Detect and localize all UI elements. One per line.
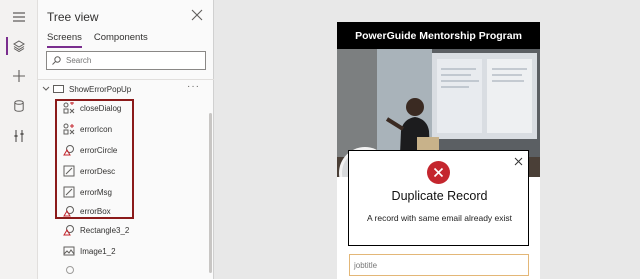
close-icon[interactable]: [514, 153, 524, 166]
tree-item-rectangle3-2[interactable]: Rectangle3_2: [63, 221, 193, 239]
image-icon: [63, 245, 75, 257]
screen-node[interactable]: ShowErrorPopUp ···: [38, 81, 214, 97]
close-icon[interactable]: [191, 8, 205, 22]
jobtitle-input[interactable]: jobtitle: [349, 254, 529, 276]
tab-screens[interactable]: Screens: [47, 32, 82, 48]
tab-components[interactable]: Components: [94, 32, 148, 48]
tree-tabs: Screens Components: [47, 32, 148, 48]
more-options-icon[interactable]: ···: [187, 81, 200, 92]
tools-icon[interactable]: [0, 121, 38, 151]
shape-icon: [63, 224, 75, 236]
tree-view-title: Tree view: [47, 10, 99, 24]
error-popup: Duplicate Record A record with same emai…: [348, 150, 529, 246]
left-rail: [0, 0, 38, 279]
screen-icon: [53, 85, 64, 93]
tree-item-label: Image1_2: [80, 246, 116, 256]
error-circle-icon: [427, 161, 450, 184]
chevron-down-icon[interactable]: [42, 86, 52, 92]
app-preview: PowerGuide Mentorship Program Duplicate …: [337, 22, 540, 279]
tree-item-label: Rectangle3_2: [80, 225, 130, 235]
search-icon: [52, 52, 61, 70]
screen-name: ShowErrorPopUp: [69, 84, 132, 94]
plus-icon[interactable]: [0, 61, 38, 91]
tree-item-image1-2[interactable]: Image1_2: [63, 242, 193, 260]
search-box: [46, 51, 206, 70]
app-header-title: PowerGuide Mentorship Program: [337, 22, 540, 49]
error-message: A record with same email already exist: [366, 213, 513, 223]
tree-item-partial[interactable]: [63, 262, 193, 279]
divider: [38, 79, 214, 80]
tree-scrollbar[interactable]: [209, 113, 212, 273]
highlight-box: [55, 99, 134, 219]
tree-view-panel: Tree view Screens Components ShowErrorPo…: [38, 0, 214, 279]
hamburger-icon[interactable]: [0, 2, 38, 32]
search-input[interactable]: [66, 56, 196, 65]
app-root: Tree view Screens Components ShowErrorPo…: [0, 0, 640, 279]
shape-icon: [63, 265, 75, 277]
error-title: Duplicate Record: [391, 189, 488, 203]
layers-icon[interactable]: [0, 31, 38, 61]
database-icon[interactable]: [0, 91, 38, 121]
